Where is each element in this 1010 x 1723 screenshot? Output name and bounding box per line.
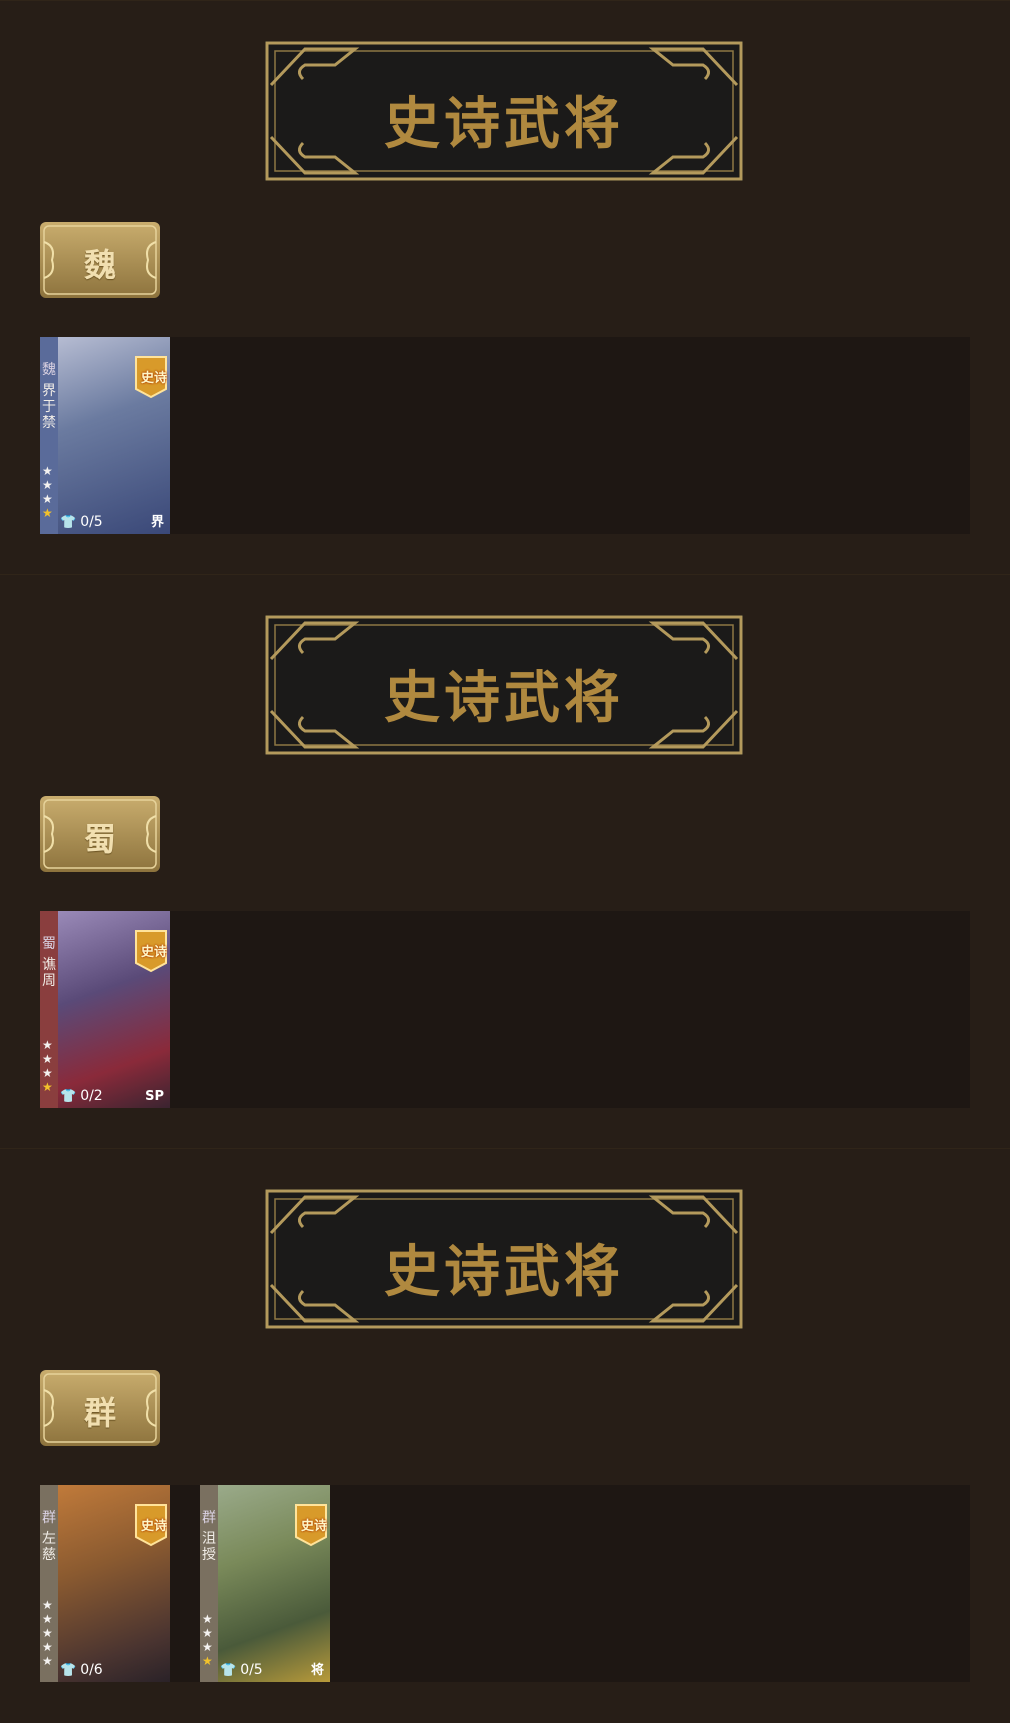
star-icon: ★ — [202, 1654, 213, 1668]
hero-card[interactable]: 魏 界于禁 ★ ★ ★ ★ 史诗 👕 0/5 界 — [40, 337, 170, 534]
star-icon: ★ — [42, 1038, 53, 1052]
card-faction-char: 群 — [42, 1510, 56, 1526]
section-title: 史诗武将 — [384, 666, 624, 731]
epic-badge-label: 史诗 — [300, 1519, 327, 1534]
card-tag: 界 — [150, 515, 164, 530]
hero-row: 蜀 谯周 ★ ★ ★ ★ 史诗 👕 0/2 SP — [40, 911, 970, 1108]
star-icon: ★ — [42, 1640, 53, 1654]
epic-badge-label: 史诗 — [140, 1519, 167, 1534]
star-rating: ★ ★ ★ ★ — [202, 1612, 216, 1668]
section-shu: 史诗武将 蜀 蜀 谯周 ★ ★ ★ ★ 史诗 👕 0/2 SP — [0, 574, 1010, 1149]
star-rating: ★ ★ ★ ★ — [42, 1038, 56, 1094]
skin-count: 👕 0/5 — [220, 1662, 263, 1678]
epic-badge-label: 史诗 — [140, 945, 167, 960]
card-tag: 将 — [310, 1663, 324, 1678]
skin-count-value: 0/2 — [80, 1088, 103, 1104]
skin-count: 👕 0/2 — [60, 1088, 103, 1104]
card-faction-char: 魏 — [42, 362, 56, 378]
hero-row: 魏 界于禁 ★ ★ ★ ★ 史诗 👕 0/5 界 — [40, 337, 970, 534]
star-rating: ★ ★ ★ ★ — [42, 464, 56, 520]
star-icon: ★ — [42, 1626, 53, 1640]
star-icon: ★ — [202, 1612, 213, 1626]
shirt-icon: 👕 — [60, 1663, 77, 1678]
faction-tab-qun[interactable]: 群 — [40, 1370, 160, 1446]
hero-card[interactable]: 群 左慈 ★ ★ ★ ★ ★ 史诗 👕 0/6 — [40, 1485, 170, 1682]
star-rating: ★ ★ ★ ★ ★ — [42, 1598, 56, 1668]
hero-card[interactable]: 蜀 谯周 ★ ★ ★ ★ 史诗 👕 0/2 SP — [40, 911, 170, 1108]
shirt-icon: 👕 — [60, 1089, 77, 1104]
faction-label: 蜀 — [83, 820, 116, 858]
hero-card[interactable]: 群 沮授 ★ ★ ★ ★ 史诗 👕 0/5 将 — [200, 1485, 330, 1682]
section-banner: 史诗武将 — [265, 615, 743, 755]
section-title: 史诗武将 — [384, 1240, 624, 1305]
star-icon: ★ — [42, 506, 53, 520]
star-icon: ★ — [42, 1052, 53, 1066]
star-icon: ★ — [42, 1080, 53, 1094]
faction-label: 群 — [83, 1394, 116, 1432]
section-banner: 史诗武将 — [265, 1189, 743, 1329]
hero-row: 群 左慈 ★ ★ ★ ★ ★ 史诗 👕 0/6 群 沮授 ★ ★ ★ ★ 史诗 … — [40, 1485, 970, 1682]
faction-tab-shu[interactable]: 蜀 — [40, 796, 160, 872]
card-tag: SP — [145, 1089, 164, 1104]
star-icon: ★ — [42, 1612, 53, 1626]
card-hero-name: 谯周 — [42, 957, 56, 989]
epic-badge-label: 史诗 — [140, 371, 167, 386]
section-title: 史诗武将 — [384, 92, 624, 157]
faction-tab-wei[interactable]: 魏 — [40, 222, 160, 298]
card-hero-name: 界于禁 — [42, 383, 56, 431]
star-icon: ★ — [42, 1598, 53, 1612]
skin-count-value: 0/6 — [80, 1662, 103, 1678]
card-faction-char: 蜀 — [42, 936, 56, 952]
skin-count: 👕 0/6 — [60, 1662, 103, 1678]
card-hero-name: 左慈 — [42, 1531, 56, 1563]
star-icon: ★ — [42, 1066, 53, 1080]
star-icon: ★ — [42, 478, 53, 492]
card-faction-char: 群 — [202, 1510, 216, 1526]
skin-count-value: 0/5 — [240, 1662, 263, 1678]
star-icon: ★ — [202, 1626, 213, 1640]
shirt-icon: 👕 — [220, 1663, 237, 1678]
skin-count: 👕 0/5 — [60, 514, 103, 530]
star-icon: ★ — [42, 492, 53, 506]
section-qun: 史诗武将 群 群 左慈 ★ ★ ★ ★ ★ 史诗 👕 0/6 群 沮授 ★ ★ … — [0, 1148, 1010, 1723]
star-icon: ★ — [42, 1654, 53, 1668]
shirt-icon: 👕 — [60, 515, 77, 530]
section-banner: 史诗武将 — [265, 41, 743, 181]
skin-count-value: 0/5 — [80, 514, 103, 530]
section-wei: 史诗武将 魏 魏 界于禁 ★ ★ ★ ★ 史诗 👕 0/5 界 — [0, 0, 1010, 575]
card-hero-name: 沮授 — [202, 1531, 216, 1563]
star-icon: ★ — [42, 464, 53, 478]
star-icon: ★ — [202, 1640, 213, 1654]
faction-label: 魏 — [83, 246, 116, 284]
